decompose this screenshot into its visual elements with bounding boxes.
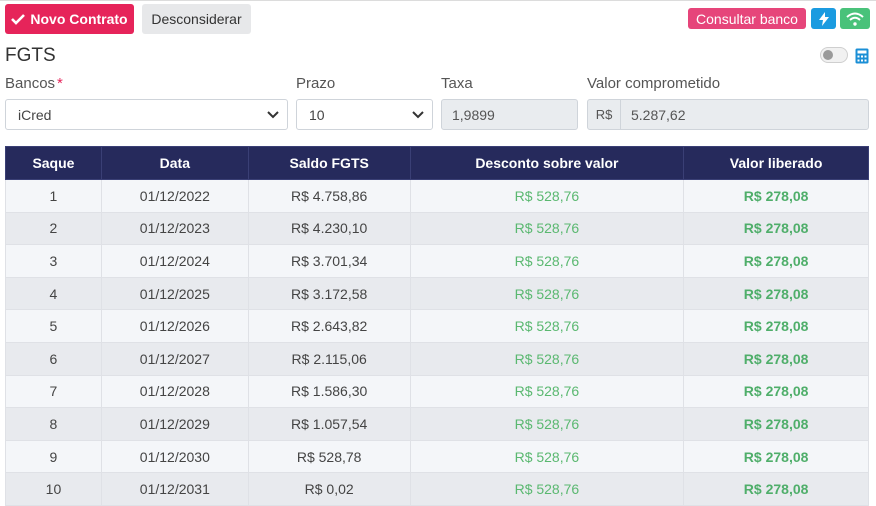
cell-saque: 4 [5,276,102,311]
cell-desconto: R$ 528,76 [409,244,685,278]
header-saldo-fgts: Saldo FGTS [247,146,411,180]
cell-data: 01/12/2023 [100,211,249,246]
cell-saldo: R$ 3.172,58 [247,276,411,311]
cell-saldo: R$ 1.057,54 [247,407,411,441]
cell-data: 01/12/2025 [100,276,249,311]
cell-valor-liberado: R$ 278,08 [683,309,869,343]
currency-prefix: R$ [587,99,621,130]
cell-desconto: R$ 528,76 [409,276,685,311]
cell-saque: 5 [5,309,102,343]
cell-saldo: R$ 4.758,86 [247,179,411,213]
taxa-label: Taxa [441,75,473,92]
cell-saque: 3 [5,244,102,278]
cell-valor-liberado: R$ 278,08 [683,407,869,441]
table-row: 9 01/12/2030 R$ 528,78 R$ 528,76 R$ 278,… [5,439,869,474]
cell-desconto: R$ 528,76 [409,341,685,376]
toggle-switch[interactable] [820,47,848,63]
calculator-icon[interactable] [855,48,869,64]
cell-valor-liberado: R$ 278,08 [683,341,869,376]
cell-data: 01/12/2026 [100,309,249,343]
bancos-label: Bancos * [5,75,63,92]
cell-data: 01/12/2022 [100,179,249,213]
table-header-row: Saque Data Saldo FGTS Desconto sobre val… [5,146,869,180]
cell-desconto: R$ 528,76 [409,407,685,441]
chevron-down-icon [267,111,279,119]
cell-valor-liberado: R$ 278,08 [683,276,869,311]
bancos-select[interactable]: iCred [5,99,288,130]
cell-saque: 7 [5,374,102,409]
table-row: 10 01/12/2031 R$ 0,02 R$ 528,76 R$ 278,0… [5,472,869,506]
flash-button[interactable] [811,8,836,29]
table-row: 4 01/12/2025 R$ 3.172,58 R$ 528,76 R$ 27… [5,276,869,311]
cell-desconto: R$ 528,76 [409,179,685,213]
header-valor-liberado: Valor liberado [683,146,869,180]
cell-saldo: R$ 4.230,10 [247,211,411,246]
cell-desconto: R$ 528,76 [409,374,685,409]
saques-table: Saque Data Saldo FGTS Desconto sobre val… [5,146,869,506]
novo-contrato-label: Novo Contrato [30,11,128,27]
cell-valor-liberado: R$ 278,08 [683,244,869,278]
toggle-knob [823,50,833,60]
bancos-label-text: Bancos [5,75,56,92]
section-title: FGTS [5,45,56,66]
cell-valor-liberado: R$ 278,08 [683,472,869,506]
cell-desconto: R$ 528,76 [409,211,685,246]
header-desconto: Desconto sobre valor [409,146,685,180]
header-saque: Saque [5,146,102,180]
bancos-select-value: iCred [18,106,52,123]
check-icon [11,14,26,25]
table-row: 2 01/12/2023 R$ 4.230,10 R$ 528,76 R$ 27… [5,211,869,246]
cell-saldo: R$ 528,78 [247,439,411,474]
cell-valor-liberado: R$ 278,08 [683,439,869,474]
cell-valor-liberado: R$ 278,08 [683,211,869,246]
cell-data: 01/12/2027 [100,341,249,376]
cell-valor-liberado: R$ 278,08 [683,374,869,409]
cell-saque: 10 [5,472,102,506]
prazo-label: Prazo [296,75,336,92]
table-row: 7 01/12/2028 R$ 1.586,30 R$ 528,76 R$ 27… [5,374,869,409]
cell-data: 01/12/2031 [100,472,249,506]
cell-valor-liberado: R$ 278,08 [683,179,869,213]
wifi-button[interactable] [840,8,870,29]
toolbar: Novo Contrato Desconsiderar Consultar ba… [0,0,876,36]
cell-data: 01/12/2028 [100,374,249,409]
cell-saldo: R$ 1.586,30 [247,374,411,409]
desconsiderar-button[interactable]: Desconsiderar [142,4,251,34]
table-row: 6 01/12/2027 R$ 2.115,06 R$ 528,76 R$ 27… [5,341,869,376]
table-row: 1 01/12/2022 R$ 4.758,86 R$ 528,76 R$ 27… [5,179,869,213]
cell-saque: 9 [5,439,102,474]
prazo-select-value: 10 [309,106,325,123]
cell-saldo: R$ 2.115,06 [247,341,411,376]
cell-saque: 1 [5,179,102,213]
flash-icon [818,11,829,26]
cell-data: 01/12/2024 [100,244,249,278]
cell-saldo: R$ 3.701,34 [247,244,411,278]
cell-saque: 2 [5,211,102,246]
cell-data: 01/12/2029 [100,407,249,441]
wifi-icon [846,12,864,26]
cell-saque: 6 [5,341,102,376]
top-divider [0,0,876,1]
table-row: 8 01/12/2029 R$ 1.057,54 R$ 528,76 R$ 27… [5,407,869,441]
table-row: 5 01/12/2026 R$ 2.643,82 R$ 528,76 R$ 27… [5,309,869,343]
prazo-select[interactable]: 10 [296,99,433,130]
cell-desconto: R$ 528,76 [409,472,685,506]
required-mark: * [57,75,63,92]
cell-desconto: R$ 528,76 [409,439,685,474]
chevron-down-icon [412,111,424,119]
table-row: 3 01/12/2024 R$ 3.701,34 R$ 528,76 R$ 27… [5,244,869,278]
header-data: Data [100,146,249,180]
cell-data: 01/12/2030 [100,439,249,474]
cell-desconto: R$ 528,76 [409,309,685,343]
cell-saldo: R$ 2.643,82 [247,309,411,343]
consultar-banco-button[interactable]: Consultar banco [688,8,806,29]
cell-saque: 8 [5,407,102,441]
cell-saldo: R$ 0,02 [247,472,411,506]
valor-comprometido-label: Valor comprometido [587,75,721,92]
valor-comprometido-field: 5.287,62 [620,99,869,130]
taxa-field: 1,9899 [441,99,578,130]
novo-contrato-button[interactable]: Novo Contrato [5,4,134,34]
